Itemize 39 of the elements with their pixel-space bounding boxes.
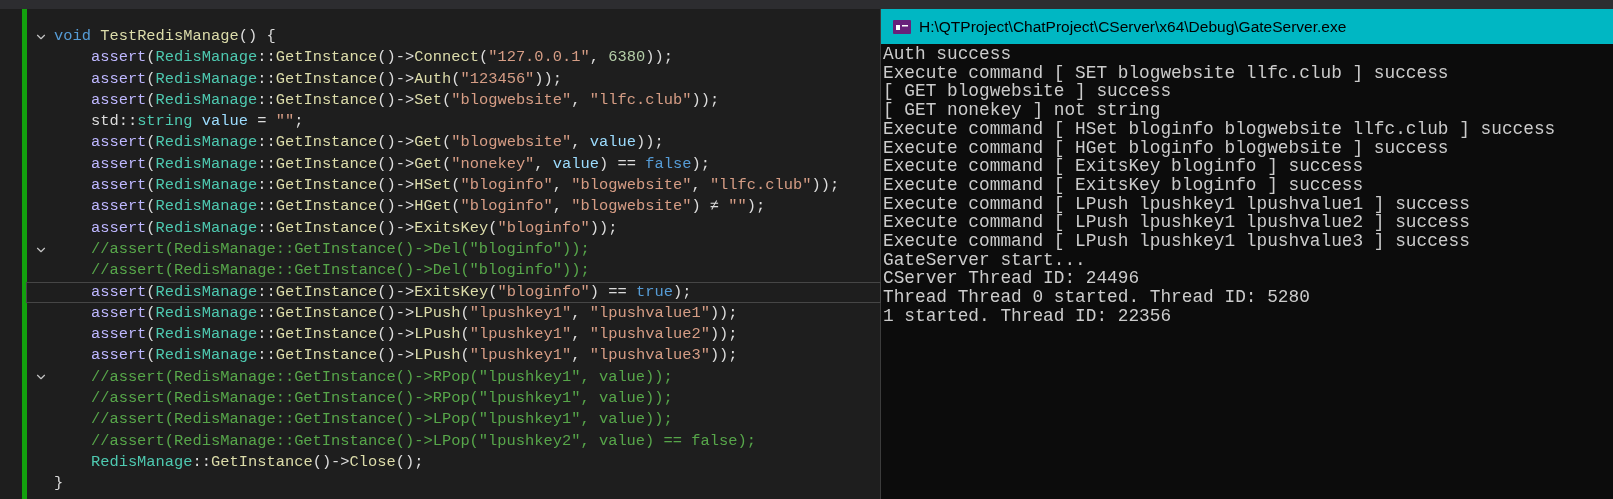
code-line: assert(RedisManage::GetInstance()->HSet("bloginfo", "blogwebsite", "llfc.club"));	[89, 175, 840, 197]
console-output-line: Execute command [ LPush lpushkey1 lpushvalue2 ] success	[883, 213, 1470, 233]
code-line: assert(RedisManage::GetInstance()->Connect("127.0.0.1", 6380));	[89, 47, 673, 69]
console-output-line: CServer Thread ID: 24496	[883, 269, 1140, 289]
console-output-line: Execute command [ SET blogwebsite llfc.club ] success	[883, 63, 1449, 83]
code-line: //assert(RedisManage::GetInstance()->Del("bloginfo"));	[89, 238, 590, 260]
code-line: RedisManage::GetInstance()->Close();	[89, 451, 424, 473]
code-line: assert(RedisManage::GetInstance()->ExitsKey("bloginfo") == true);	[89, 281, 692, 303]
console-output-line: Execute command [ LPush lpushkey1 lpushvalue3 ] success	[883, 232, 1470, 251]
code-line: assert(RedisManage::GetInstance()->LPush("lpushkey1", "lpushvalue2"));	[89, 324, 738, 346]
code-line: assert(RedisManage::GetInstance()->LPush("lpushkey1", "lpushvalue3"));	[89, 345, 738, 367]
code-line: //assert(RedisManage::GetInstance()->LPop("lpushkey2", value) == false);	[89, 430, 756, 452]
console-output-line: Thread Thread 0 started. Thread ID: 5280	[883, 288, 1310, 307]
code-line: assert(RedisManage::GetInstance()->LPush("lpushkey1", "lpushvalue1"));	[89, 302, 738, 324]
code-line: //assert(RedisManage::GetInstance()->RPop("lpushkey1", value));	[89, 388, 673, 410]
code-line: void TestRedisManage() {	[54, 26, 276, 47]
code-line: assert(RedisManage::GetInstance()->Get("nonekey", value) == false);	[89, 153, 710, 175]
console-output-line: Execute command [ ExitsKey bloginfo ] success	[883, 175, 1364, 195]
console-output-line: Execute command [ LPush lpushkey1 lpushvalue1 ] success	[883, 194, 1470, 214]
console-icon	[893, 19, 911, 34]
code-line: assert(RedisManage::GetInstance()->Set("blogwebsite", "llfc.club"));	[89, 89, 720, 111]
console-output-line: [ GET nonekey ] not string	[883, 101, 1161, 120]
code-line: }	[54, 473, 64, 495]
code-line: std::string value = "";	[89, 111, 304, 133]
console-output-line: 1 started. Thread ID: 22356	[883, 306, 1172, 326]
console-output-line: Auth success	[883, 45, 1012, 64]
code-line: assert(RedisManage::GetInstance()->Get("blogwebsite", value));	[89, 132, 664, 154]
console-output-line: [ GET blogwebsite ] success	[883, 82, 1172, 102]
code-line: assert(RedisManage::GetInstance()->ExitsKey("bloginfo"));	[89, 217, 618, 239]
code-line: //assert(RedisManage::GetInstance()->Del("bloginfo"));	[89, 260, 590, 282]
window-title: H:\QTProject\ChatProject\CServer\x64\Debug\GateServer.exe	[919, 16, 1347, 37]
console-output-line: Execute command [ HSet bloginfo blogwebsite llfc.club ] success	[883, 119, 1556, 139]
code-line: //assert(RedisManage::GetInstance()->LPop("lpushkey1", value));	[89, 409, 673, 431]
code-line: assert(RedisManage::GetInstance()->HGet("bloginfo", "blogwebsite") ≠ "");	[89, 196, 766, 218]
console-output-line: GateServer start...	[883, 250, 1086, 270]
console-output-line: Execute command [ HGet bloginfo blogwebsite ] success	[883, 138, 1449, 158]
code-line: //assert(RedisManage::GetInstance()->RPop("lpushkey1", value));	[89, 366, 673, 388]
console-output-line: Execute command [ ExitsKey bloginfo ] success	[883, 157, 1364, 176]
code-line: assert(RedisManage::GetInstance()->Auth("123456"));	[89, 68, 563, 90]
